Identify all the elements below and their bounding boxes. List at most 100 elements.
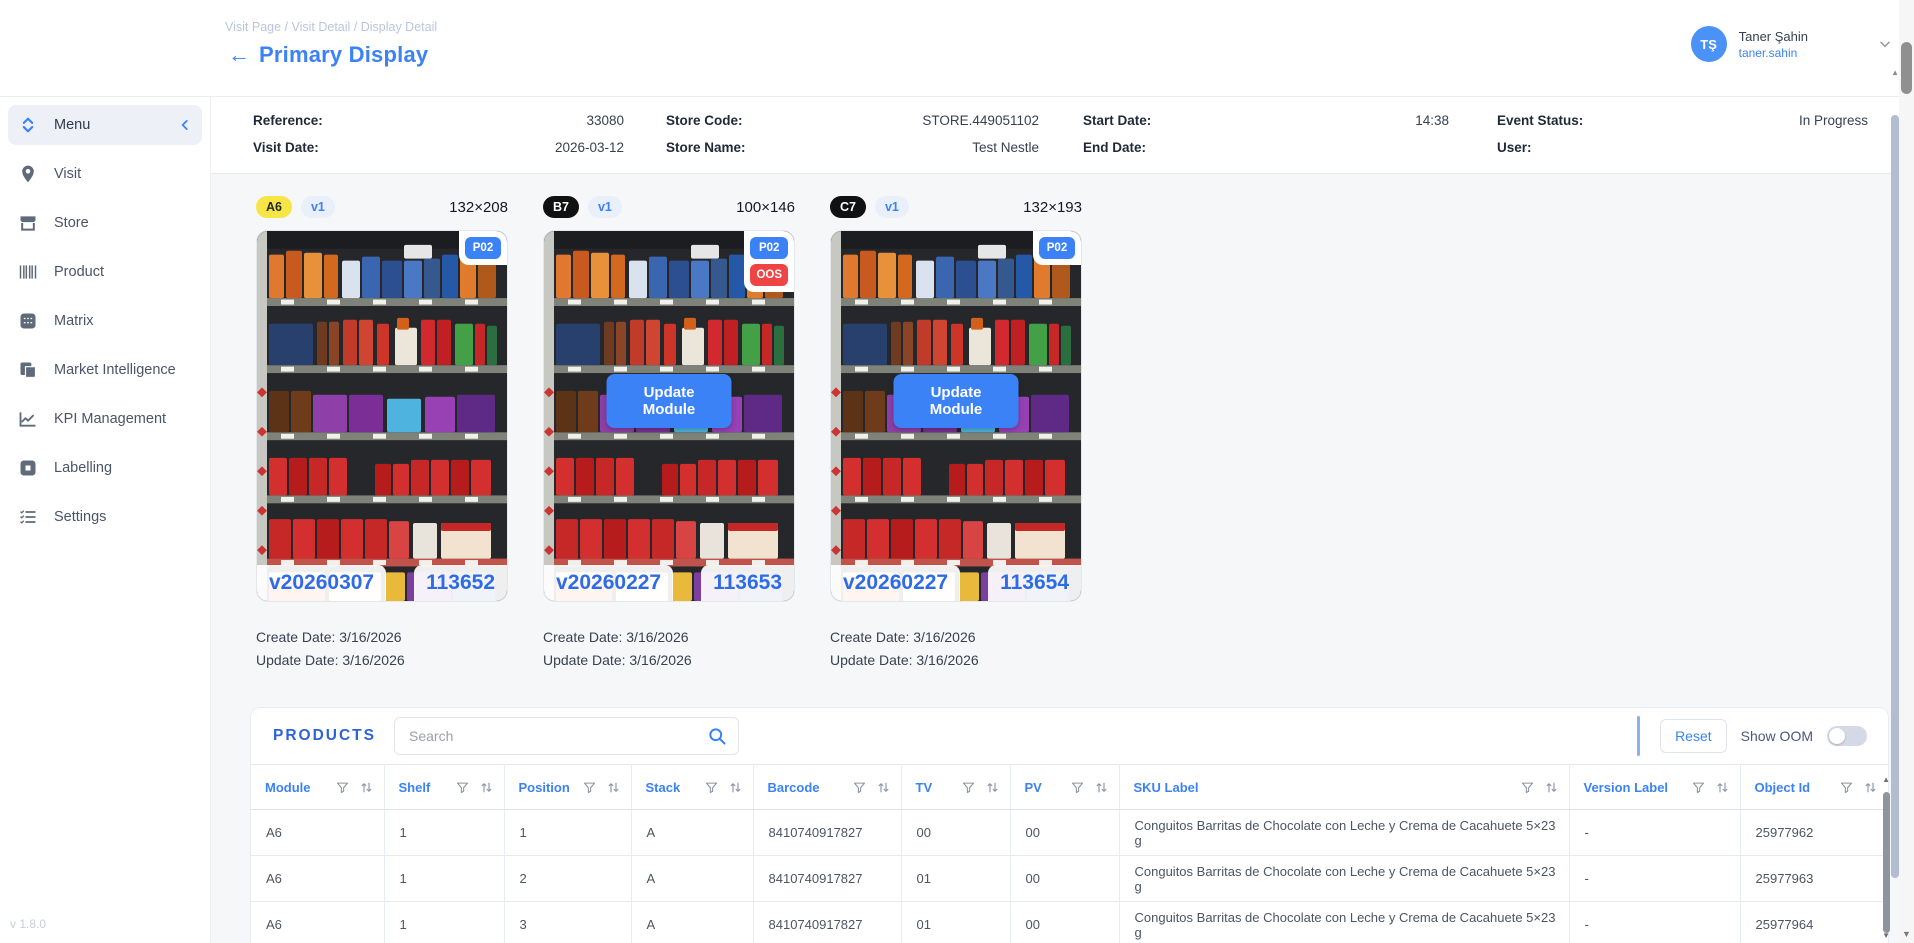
- sidebar-item-label: Settings: [54, 509, 106, 525]
- photo-version-label: v20260227: [544, 565, 673, 601]
- sort-icon[interactable]: [479, 780, 494, 795]
- column-header-tv[interactable]: TV: [901, 765, 1010, 810]
- column-header-sku-label[interactable]: SKU Label: [1119, 765, 1569, 810]
- info-field-label: Reference:: [253, 113, 323, 128]
- page-scroll-up-arrow[interactable]: ▲: [1891, 68, 1899, 77]
- user-menu[interactable]: TŞ Taner Şahin taner.sahin: [1691, 26, 1892, 62]
- search-icon[interactable]: [707, 726, 727, 746]
- sidebar-item-labelling[interactable]: Labelling: [8, 448, 202, 488]
- column-header-shelf[interactable]: Shelf: [384, 765, 504, 810]
- sidebar-item-visit[interactable]: Visit: [8, 154, 202, 194]
- update-module-button[interactable]: Update Module: [607, 374, 732, 428]
- back-arrow-icon[interactable]: ←: [228, 44, 250, 66]
- window-scrollbar-track[interactable]: ▼: [1899, 0, 1914, 943]
- update-module-button[interactable]: Update Module: [894, 374, 1019, 428]
- table-cell-shelf: 1: [384, 810, 504, 856]
- table-cell-shelf: 1: [384, 856, 504, 902]
- module-code-badge: B7: [543, 196, 579, 218]
- table-cell-tv: 01: [901, 856, 1010, 902]
- column-header-label: Module: [265, 780, 311, 795]
- shelf-photo[interactable]: P02 Update Module v20260227 113654: [830, 230, 1082, 602]
- info-field-label: End Date:: [1083, 140, 1146, 155]
- topbar: Visit Page / Visit Detail / Display Deta…: [0, 0, 1914, 97]
- sidebar-collapse-icon[interactable]: [178, 118, 192, 132]
- sort-icon[interactable]: [1544, 780, 1559, 795]
- filter-icon[interactable]: [1070, 780, 1085, 795]
- sort-icon[interactable]: [728, 780, 743, 795]
- column-header-label: SKU Label: [1134, 780, 1199, 795]
- info-field-value: In Progress: [1799, 113, 1868, 128]
- table-cell-position: 2: [504, 856, 631, 902]
- sort-icon[interactable]: [1715, 780, 1730, 795]
- column-header-module[interactable]: Module: [251, 765, 384, 810]
- sidebar-item-label: Visit: [54, 166, 81, 182]
- label-icon: [18, 458, 38, 478]
- filter-icon[interactable]: [852, 780, 867, 795]
- column-header-position[interactable]: Position: [504, 765, 631, 810]
- photo-version-label: v20260227: [831, 565, 960, 601]
- column-header-version-label[interactable]: Version Label: [1569, 765, 1740, 810]
- module-dimensions: 100×146: [736, 199, 795, 216]
- sidebar: Menu Visit Store Product Matrix Market I…: [0, 97, 211, 943]
- table-cell-module: A6: [251, 902, 384, 943]
- page-scrollbar[interactable]: [1891, 115, 1899, 878]
- module-version-badge: v1: [875, 196, 909, 218]
- info-field-value: STORE.449051102: [922, 113, 1039, 128]
- sort-icon[interactable]: [876, 780, 891, 795]
- sidebar-item-label: Market Intelligence: [54, 362, 176, 378]
- sidebar-item-matrix[interactable]: Matrix: [8, 301, 202, 341]
- column-header-label: Stack: [646, 780, 681, 795]
- shelf-photo[interactable]: P02 v20260307 113652: [256, 230, 508, 602]
- sort-icon[interactable]: [1094, 780, 1109, 795]
- user-username: taner.sahin: [1739, 46, 1808, 60]
- reset-button[interactable]: Reset: [1660, 719, 1727, 753]
- column-header-object-id[interactable]: Object Id: [1740, 765, 1888, 810]
- filter-icon[interactable]: [455, 780, 470, 795]
- sort-icon[interactable]: [606, 780, 621, 795]
- sidebar-item-store[interactable]: Store: [8, 203, 202, 243]
- breadcrumb[interactable]: Visit Page / Visit Detail / Display Deta…: [225, 20, 437, 34]
- sidebar-item-label: Store: [54, 215, 89, 231]
- table-scrollbar[interactable]: [1883, 792, 1890, 933]
- column-header-barcode[interactable]: Barcode: [753, 765, 901, 810]
- sort-icon[interactable]: [359, 780, 374, 795]
- card-update-date: Update Date: 3/16/2026: [256, 649, 508, 672]
- table-cell-pv: 00: [1010, 856, 1119, 902]
- table-cell-module: A6: [251, 856, 384, 902]
- display-card-c7: C7 v1 132×193 P02 Update Module v2026022…: [830, 194, 1082, 672]
- filter-icon[interactable]: [1839, 780, 1854, 795]
- table-scroll-down-arrow[interactable]: ▼: [1882, 931, 1890, 940]
- card-create-date: Create Date: 3/16/2026: [830, 626, 1082, 649]
- sidebar-item-kpi-management[interactable]: KPI Management: [8, 399, 202, 439]
- products-table: Module Shelf Position Stack: [251, 764, 1888, 943]
- filter-icon[interactable]: [704, 780, 719, 795]
- sidebar-item-settings[interactable]: Settings: [8, 497, 202, 537]
- sidebar-item-menu[interactable]: Menu: [8, 105, 202, 145]
- column-header-pv[interactable]: PV: [1010, 765, 1119, 810]
- table-scroll-up-arrow[interactable]: ▲: [1882, 775, 1890, 784]
- window-scroll-down-arrow[interactable]: ▼: [1902, 929, 1911, 939]
- filter-icon[interactable]: [1691, 780, 1706, 795]
- window-scrollbar-thumb[interactable]: [1901, 42, 1912, 94]
- matrix-grid-icon: [18, 311, 38, 331]
- table-row: A612A84107409178270100Conguitos Barritas…: [251, 856, 1888, 902]
- sidebar-item-market-intelligence[interactable]: Market Intelligence: [8, 350, 202, 390]
- filter-icon[interactable]: [961, 780, 976, 795]
- column-header-label: Object Id: [1755, 780, 1811, 795]
- column-header-label: Position: [519, 780, 570, 795]
- sort-icon[interactable]: [985, 780, 1000, 795]
- sort-icon[interactable]: [1863, 780, 1878, 795]
- info-field-label: Store Name:: [666, 140, 746, 155]
- info-field-label: Event Status:: [1497, 113, 1583, 128]
- filter-icon[interactable]: [1520, 780, 1535, 795]
- info-field-value: 14:38: [1415, 113, 1449, 128]
- column-header-stack[interactable]: Stack: [631, 765, 753, 810]
- photo-badges: P02: [459, 231, 507, 265]
- photo-version-label: v20260307: [257, 565, 386, 601]
- filter-icon[interactable]: [582, 780, 597, 795]
- shelf-photo[interactable]: P02OOS Update Module v20260227 113653: [543, 230, 795, 602]
- search-input[interactable]: [394, 717, 739, 755]
- sidebar-item-product[interactable]: Product: [8, 252, 202, 292]
- show-oom-toggle[interactable]: [1827, 726, 1867, 746]
- filter-icon[interactable]: [335, 780, 350, 795]
